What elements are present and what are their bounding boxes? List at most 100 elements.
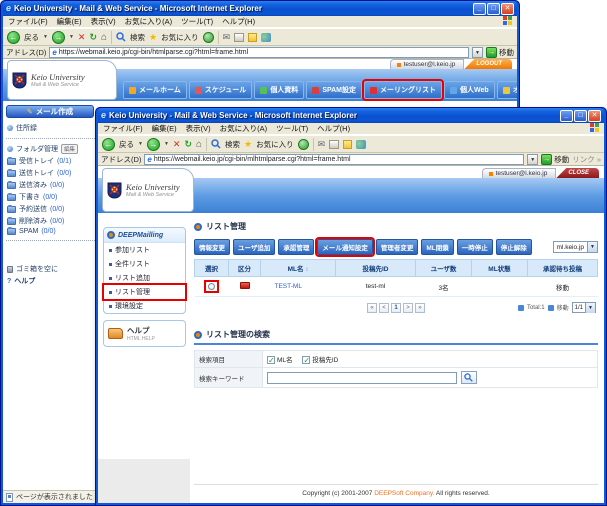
favorites-label[interactable]: お気に入り — [161, 32, 199, 43]
folder-spam[interactable]: SPAM(0/0) — [7, 227, 94, 236]
first-page-button[interactable]: « — [367, 303, 377, 313]
minimize-button[interactable]: _ — [473, 3, 486, 15]
compose-mail-button[interactable]: ✎ メール作成 — [6, 105, 94, 118]
folder-outbox[interactable]: 送信トレイ(0/0) — [7, 167, 94, 179]
sidebar-item-folder-management[interactable]: フォルダ管理 編集 — [7, 143, 94, 155]
add-user-button[interactable]: ユーザ追加 — [233, 239, 275, 255]
favorites-icon[interactable]: ★ — [149, 32, 157, 43]
edit-icon[interactable] — [343, 140, 352, 149]
sidebar-item-add-list[interactable]: リスト追加 — [104, 271, 185, 285]
links-label[interactable]: リンク » — [572, 154, 601, 165]
mail-notification-settings-button[interactable]: メール通知設定 — [317, 239, 373, 255]
close-button[interactable]: ✕ — [501, 3, 514, 15]
close-window-button[interactable]: CLOSE — [556, 168, 599, 178]
back-icon[interactable]: ← — [102, 138, 115, 151]
messenger-icon[interactable] — [356, 140, 366, 149]
post-id-checkbox[interactable]: ✓ — [302, 356, 310, 364]
home-icon[interactable]: ⌂ — [101, 32, 107, 43]
refresh-icon[interactable]: ↻ — [89, 32, 97, 43]
suspend-button[interactable]: 一時停止 — [457, 239, 493, 255]
next-page-button[interactable]: > — [403, 303, 413, 313]
menu-view[interactable]: 表示(V) — [186, 123, 211, 134]
prev-page-button[interactable]: < — [379, 303, 389, 313]
tab-mailing-list[interactable]: メーリングリスト — [364, 81, 442, 99]
domain-select[interactable]: ml.keio.jp ▼ — [553, 241, 598, 253]
tab-mail-home[interactable]: メールホーム — [123, 81, 187, 99]
search-button[interactable] — [461, 371, 477, 384]
print-icon[interactable] — [234, 33, 244, 42]
edit-badge[interactable]: 編集 — [61, 144, 78, 154]
messenger-icon[interactable] — [261, 33, 271, 42]
resume-button[interactable]: 停止解除 — [496, 239, 532, 255]
back-dropdown-icon[interactable]: ▼ — [138, 141, 143, 147]
last-page-button[interactable]: » — [415, 303, 425, 313]
menu-favorites[interactable]: お気に入り(A) — [220, 123, 268, 134]
page-select[interactable]: 1/1 ▼ — [572, 302, 596, 313]
info-change-button[interactable]: 情報変更 — [194, 239, 230, 255]
favorites-icon[interactable]: ★ — [244, 139, 252, 150]
print-icon[interactable] — [329, 140, 339, 149]
mail-icon[interactable]: ✉ — [223, 32, 231, 43]
menu-edit[interactable]: 編集(E) — [152, 123, 177, 134]
address-dropdown-icon[interactable]: ▼ — [527, 154, 538, 165]
stop-icon[interactable]: ✕ — [173, 139, 181, 150]
empty-trash-link[interactable]: ゴミ箱を空に — [7, 263, 94, 275]
help-link[interactable]: ? ヘルプ — [7, 275, 94, 287]
maximize-button[interactable]: □ — [574, 110, 587, 122]
tab-options[interactable]: オプション — [497, 81, 517, 99]
forward-dropdown-icon[interactable]: ▼ — [164, 141, 169, 147]
menu-file[interactable]: ファイル(F) — [103, 123, 143, 134]
folder-inbox[interactable]: 受信トレイ(0/1) — [7, 155, 94, 167]
tab-schedule[interactable]: スケジュール — [189, 81, 253, 99]
help-box[interactable]: ヘルプ HTML HELP — [103, 320, 186, 347]
forward-icon[interactable]: → — [147, 138, 160, 151]
history-icon[interactable] — [298, 139, 309, 150]
folder-scheduled[interactable]: 予約送信(0/0) — [7, 203, 94, 215]
forward-dropdown-icon[interactable]: ▼ — [69, 34, 74, 40]
tab-spam-settings[interactable]: SPAM設定 — [306, 81, 362, 99]
back-dropdown-icon[interactable]: ▼ — [43, 34, 48, 40]
edit-icon[interactable] — [248, 33, 257, 42]
menu-tools[interactable]: ツール(T) — [276, 123, 308, 134]
history-icon[interactable] — [203, 32, 214, 43]
go-button[interactable]: → 移動 — [486, 47, 514, 58]
address-input[interactable]: e https://webmail.keio.jp/cgi-bin/htmlpa… — [49, 47, 469, 58]
address-input[interactable]: e https://webmail.keio.jp/cgi-bin/mlhtml… — [144, 154, 524, 165]
tab-personal-web[interactable]: 個人Web — [444, 81, 495, 99]
sidebar-item-preferences[interactable]: 環境設定 — [104, 299, 185, 313]
approval-management-button[interactable]: 承認管理 — [278, 239, 314, 255]
folder-deleted[interactable]: 削除済み(0/0) — [7, 215, 94, 227]
folder-drafts[interactable]: 下書き(0/0) — [7, 191, 94, 203]
sidebar-item-joined-lists[interactable]: 参加リスト — [104, 243, 185, 257]
ml-name-link[interactable]: TEST-ML — [275, 283, 302, 290]
sidebar-item-list-management[interactable]: リスト管理 — [104, 285, 185, 299]
tab-personal-data[interactable]: 個人資料 — [254, 81, 304, 99]
maximize-button[interactable]: □ — [487, 3, 500, 15]
search-label[interactable]: 検索 — [225, 139, 240, 150]
refresh-icon[interactable]: ↻ — [184, 139, 192, 150]
close-ml-button[interactable]: ML閉鎖 — [421, 239, 453, 255]
mail-icon[interactable]: ✉ — [318, 139, 326, 150]
ml-name-checkbox[interactable]: ✓ — [267, 356, 275, 364]
close-button[interactable]: ✕ — [588, 110, 601, 122]
current-page[interactable]: 1 — [391, 303, 401, 313]
favorites-label[interactable]: お気に入り — [256, 139, 294, 150]
sort-icon[interactable]: ↕ — [305, 267, 308, 273]
back-icon[interactable]: ← — [7, 31, 20, 44]
logout-button[interactable]: LOGOUT — [464, 59, 512, 69]
search-icon[interactable] — [116, 32, 126, 42]
titlebar[interactable]: e Keio University - Mail & Web Service -… — [98, 108, 604, 123]
sidebar-item-address-book[interactable]: 住所録 — [7, 122, 94, 134]
search-keyword-input[interactable] — [267, 372, 457, 384]
menu-help[interactable]: ヘルプ(H) — [222, 16, 255, 27]
menu-edit[interactable]: 編集(E) — [57, 16, 82, 27]
menu-file[interactable]: ファイル(F) — [8, 16, 48, 27]
menu-help[interactable]: ヘルプ(H) — [317, 123, 350, 134]
search-icon[interactable] — [211, 139, 221, 149]
back-label[interactable]: 戻る — [119, 139, 134, 150]
change-admin-button[interactable]: 管理者変更 — [376, 239, 419, 255]
menu-tools[interactable]: ツール(T) — [181, 16, 213, 27]
go-button[interactable]: → 移動 — [541, 154, 569, 165]
search-label[interactable]: 検索 — [130, 32, 145, 43]
select-radio[interactable] — [208, 283, 215, 290]
